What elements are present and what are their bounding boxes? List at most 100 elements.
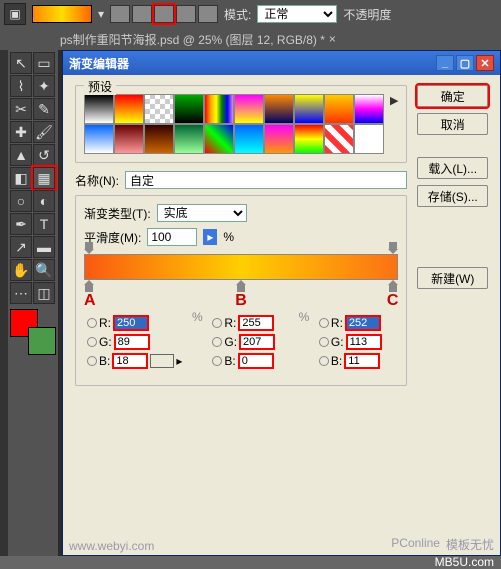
preset-swatch[interactable] [174, 124, 204, 154]
grad-type-select[interactable]: 实底 [157, 204, 247, 222]
dropdown-icon[interactable]: ▾ [98, 7, 104, 21]
opacity-stop[interactable] [84, 242, 94, 254]
b-g-input[interactable] [239, 334, 275, 350]
preset-swatch[interactable] [144, 94, 174, 124]
path-tool[interactable]: ↗ [10, 236, 32, 258]
radio-g[interactable] [212, 337, 222, 347]
preset-swatch[interactable] [84, 94, 114, 124]
color-stop-a[interactable] [84, 280, 94, 292]
preset-swatch[interactable] [294, 94, 324, 124]
preset-swatch[interactable] [294, 124, 324, 154]
mode-label: 模式: [224, 6, 251, 23]
preset-swatch[interactable] [84, 124, 114, 154]
preset-swatch[interactable] [114, 94, 144, 124]
diamond-gradient-btn[interactable] [198, 5, 218, 23]
a-g-input[interactable] [114, 334, 150, 350]
b-b-input[interactable] [238, 353, 274, 369]
a-r-input[interactable] [113, 315, 149, 331]
blend-mode-select[interactable]: 正常 [257, 5, 337, 23]
zoom-tool[interactable]: 🔍 [33, 259, 55, 281]
tab-close-icon[interactable]: × [329, 32, 336, 46]
preset-swatch[interactable] [234, 94, 264, 124]
preset-swatch[interactable] [324, 124, 354, 154]
opacity-label: 不透明度 [343, 6, 391, 23]
stop-panel-a: R: G: B: ▸ [84, 310, 185, 377]
dodge-tool[interactable]: ◐ [33, 190, 55, 212]
brush-tool[interactable]: 🖌 [33, 121, 55, 143]
background-color[interactable] [28, 327, 56, 355]
radio-r[interactable] [87, 318, 97, 328]
load-button[interactable]: 载入(L)... [417, 157, 488, 179]
preset-swatch[interactable] [264, 124, 294, 154]
dialog-title: 渐变编辑器 [69, 55, 129, 72]
ok-button[interactable]: 确定 [417, 85, 488, 107]
close-icon[interactable]: ✕ [476, 55, 494, 71]
dialog-titlebar[interactable]: 渐变编辑器 _ ▢ ✕ [63, 51, 500, 75]
dropdown-icon[interactable]: ▸ [203, 229, 217, 245]
radial-gradient-btn[interactable] [132, 5, 152, 23]
hand-tool[interactable]: ✋ [10, 259, 32, 281]
new-button[interactable]: 新建(W) [417, 267, 488, 289]
document-tab[interactable]: ps制作重阳节海报.psd @ 25% (图层 12, RGB/8) * [60, 31, 325, 48]
c-g-input[interactable] [346, 334, 382, 350]
pen-tool[interactable]: ✒ [10, 213, 32, 235]
extra-tool-2[interactable]: ◫ [33, 282, 55, 304]
color-stop-b[interactable] [236, 280, 246, 292]
stamp-tool[interactable]: ▲ [10, 144, 32, 166]
minimize-icon[interactable]: _ [436, 55, 454, 71]
opacity-stop[interactable] [388, 242, 398, 254]
maximize-icon[interactable]: ▢ [456, 55, 474, 71]
crop-tool[interactable]: ✂ [10, 98, 32, 120]
color-chip-a[interactable] [150, 354, 174, 368]
tool-indicator: ▣ [4, 3, 26, 25]
radio-r[interactable] [212, 318, 222, 328]
c-r-input[interactable] [345, 315, 381, 331]
preset-swatch[interactable] [234, 124, 264, 154]
preset-swatch[interactable] [204, 94, 234, 124]
wand-tool[interactable]: ✦ [33, 75, 55, 97]
angle-gradient-btn[interactable] [154, 5, 174, 23]
save-button[interactable]: 存储(S)... [417, 185, 488, 207]
a-b-input[interactable] [112, 353, 148, 369]
healing-tool[interactable]: ✚ [10, 121, 32, 143]
preset-swatch[interactable] [324, 94, 354, 124]
marquee-tool[interactable]: ▭ [33, 52, 55, 74]
radio-b[interactable] [87, 356, 97, 366]
b-r-input[interactable] [238, 315, 274, 331]
gradient-bar[interactable]: A B C [84, 254, 398, 280]
c-b-input[interactable] [344, 353, 380, 369]
watermark-site: MB5U.com [435, 555, 494, 569]
gradient-tool[interactable]: ▦ [33, 167, 55, 189]
preset-swatch[interactable] [144, 124, 174, 154]
preset-swatch[interactable] [354, 94, 384, 124]
eyedropper-tool[interactable]: ✎ [33, 98, 55, 120]
color-stop-c[interactable] [388, 280, 398, 292]
radio-b[interactable] [319, 356, 329, 366]
radio-g[interactable] [319, 337, 329, 347]
rgb-panels: R: G: B: ▸ % R: G: B: % [84, 310, 398, 377]
lasso-tool[interactable]: ⌇ [10, 75, 32, 97]
linear-gradient-btn[interactable] [110, 5, 130, 23]
preset-swatch[interactable] [354, 124, 384, 154]
extra-tool-1[interactable]: ⋯ [10, 282, 32, 304]
radio-g[interactable] [87, 337, 97, 347]
radio-b[interactable] [212, 356, 222, 366]
cancel-button[interactable]: 取消 [417, 113, 488, 135]
radio-r[interactable] [319, 318, 329, 328]
smoothness-input[interactable] [147, 228, 197, 246]
preset-swatch[interactable] [114, 124, 144, 154]
eraser-tool[interactable]: ◧ [10, 167, 32, 189]
preset-swatch[interactable] [264, 94, 294, 124]
type-tool[interactable]: T [33, 213, 55, 235]
shape-tool[interactable]: ▬ [33, 236, 55, 258]
gradient-swatch[interactable] [32, 5, 92, 23]
history-brush-tool[interactable]: ↺ [33, 144, 55, 166]
reflected-gradient-btn[interactable] [176, 5, 196, 23]
move-tool[interactable]: ↖ [10, 52, 32, 74]
preset-swatch[interactable] [204, 124, 234, 154]
document-tab-bar: ps制作重阳节海报.psd @ 25% (图层 12, RGB/8) * × [0, 28, 501, 50]
blur-tool[interactable]: ○ [10, 190, 32, 212]
preset-menu-icon[interactable]: ▶ [390, 94, 398, 107]
gradient-name-input[interactable] [125, 171, 407, 189]
preset-swatch[interactable] [174, 94, 204, 124]
